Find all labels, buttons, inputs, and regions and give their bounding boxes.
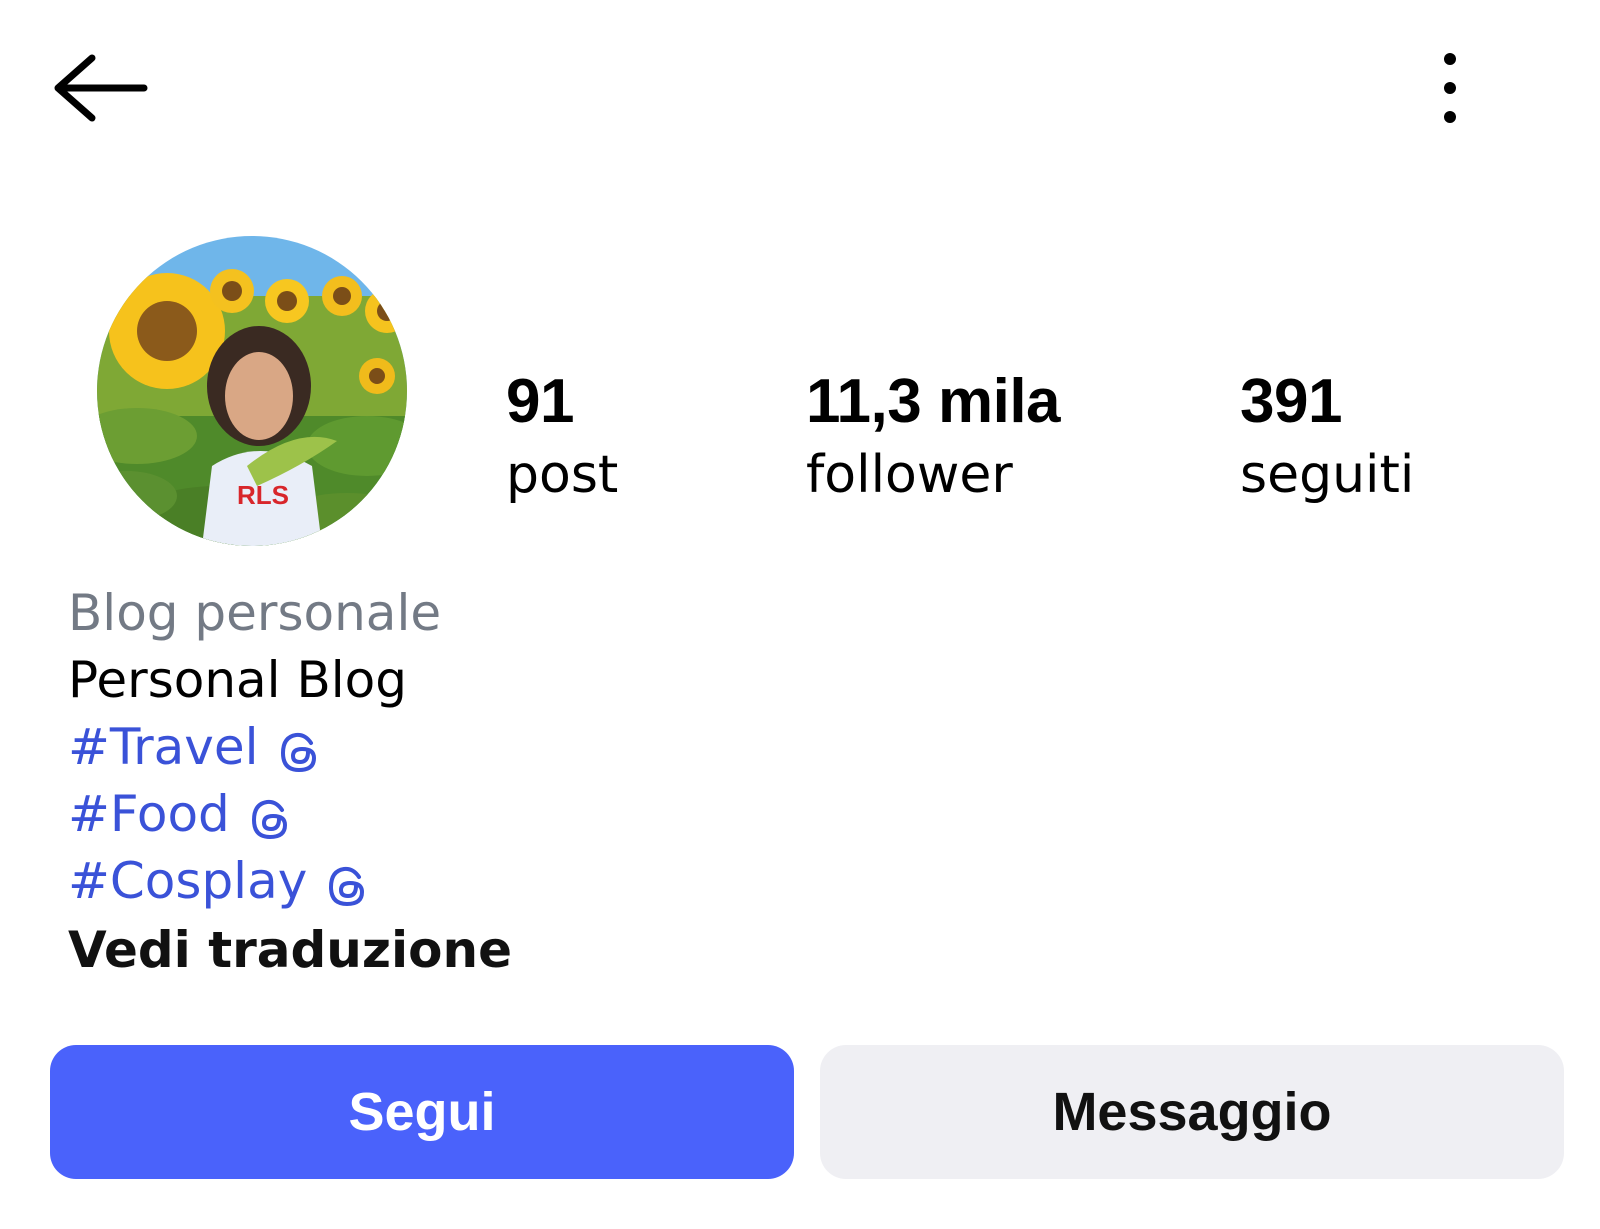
hashtag-food[interactable]: #Food	[68, 781, 512, 848]
stat-posts-value: 91	[506, 367, 574, 436]
hashtag-travel[interactable]: #Travel	[68, 714, 512, 781]
bio-text: Personal Blog	[68, 651, 407, 709]
threads-icon	[325, 859, 371, 906]
svg-text:RLS: RLS	[237, 480, 289, 510]
follow-button[interactable]: Segui	[50, 1045, 794, 1179]
message-button[interactable]: Messaggio	[820, 1045, 1564, 1179]
back-button[interactable]	[40, 40, 160, 140]
threads-icon	[277, 725, 323, 772]
more-vertical-icon	[1440, 52, 1460, 128]
hashtag-cosplay[interactable]: #Cosplay	[68, 848, 512, 915]
threads-icon	[248, 792, 294, 839]
profile-bio: Blog personale Personal Blog #Travel #Fo…	[68, 580, 512, 984]
see-translation-link[interactable]: Vedi traduzione	[68, 917, 512, 984]
hashtag-travel-label: #Travel	[68, 718, 259, 776]
hashtag-food-label: #Food	[68, 785, 230, 843]
stat-following-label: seguiti	[1240, 445, 1415, 505]
hashtag-cosplay-label: #Cosplay	[68, 852, 308, 910]
stat-followers[interactable]: 11,3 mila follower	[806, 365, 1061, 511]
stat-followers-label: follower	[806, 445, 1013, 505]
stat-following[interactable]: 391 seguiti	[1240, 365, 1414, 511]
stat-followers-value: 11,3 mila	[806, 367, 1061, 436]
stat-posts-label: post	[506, 445, 619, 505]
stat-following-value: 391	[1240, 367, 1342, 436]
arrow-left-icon	[52, 53, 148, 128]
avatar[interactable]: RLS	[97, 236, 407, 546]
profile-category: Blog personale	[68, 584, 442, 642]
more-options-button[interactable]	[1420, 40, 1480, 140]
stat-posts[interactable]: 91 post	[506, 365, 618, 511]
